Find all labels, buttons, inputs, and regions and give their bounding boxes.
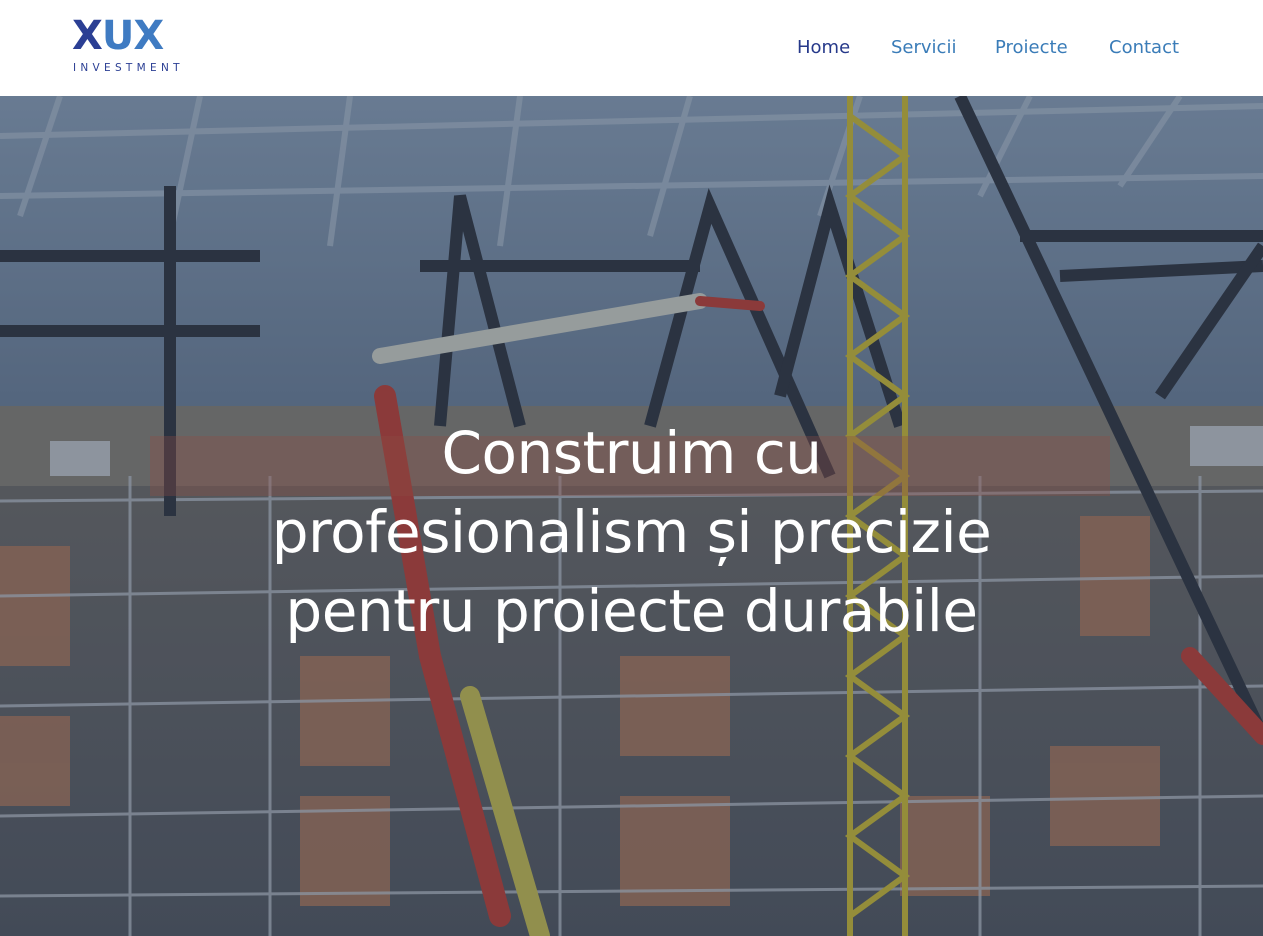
hero-headline-line-3: pentru proiecte durabile <box>285 577 978 645</box>
logo[interactable]: XUX INVESTMENT <box>72 14 202 78</box>
nav-servicii[interactable]: Servicii <box>891 36 956 60</box>
nav-contact[interactable]: Contact <box>1109 36 1179 60</box>
hero-headline-line-2: profesionalism și precizie <box>271 498 992 566</box>
nav-proiecte[interactable]: Proiecte <box>995 36 1068 60</box>
logo-mark-ux: UX <box>101 13 164 59</box>
hero-headline: Construim cu profesionalism și precizie … <box>140 414 1123 651</box>
nav-home[interactable]: Home <box>797 36 850 60</box>
hero-section: Construim cu profesionalism și precizie … <box>0 96 1263 936</box>
site-header: XUX INVESTMENT Home Servicii Proiecte Co… <box>0 0 1263 96</box>
logo-mark-x: X <box>72 13 103 59</box>
logo-mark: XUX <box>72 13 164 59</box>
logo-subtitle: INVESTMENT <box>73 62 184 74</box>
hero-headline-line-1: Construim cu <box>441 419 822 487</box>
